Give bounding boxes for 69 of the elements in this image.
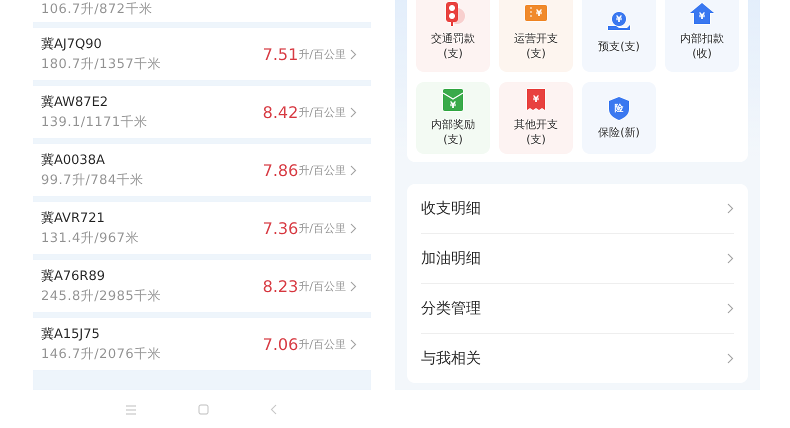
chevron-right-icon bbox=[727, 203, 734, 214]
fuel-distance-text: 139.1/1171千米 bbox=[41, 114, 149, 131]
fuel-distance-text: 106.7升/872千米 bbox=[41, 1, 152, 18]
consumption-unit: 升/百公里 bbox=[298, 162, 346, 178]
chevron-right-icon bbox=[350, 106, 357, 118]
chevron-right-icon bbox=[350, 164, 357, 176]
vehicle-card[interactable]: 冀AVR721 131.4升/967米 7.36升/百公里 bbox=[33, 202, 371, 254]
menu-label: 与我相关 bbox=[421, 349, 481, 368]
vehicle-card[interactable]: 冀AW87E2 139.1/1171千米 8.42升/百公里 bbox=[33, 86, 371, 138]
category-label: 保险(新) bbox=[597, 126, 641, 140]
vehicle-card[interactable]: 冀A0038A 99.7升/784千米 7.86升/百公里 bbox=[33, 144, 371, 196]
fuel-distance-text: 146.7升/2076千米 bbox=[41, 346, 162, 363]
category-tile[interactable]: ¥ 其他开支(支) bbox=[499, 82, 573, 154]
category-tile[interactable]: 险 保险(新) bbox=[582, 82, 656, 154]
chevron-right-icon bbox=[727, 253, 734, 264]
consumption-value: 7.86 bbox=[262, 160, 298, 180]
menu-item[interactable]: 分类管理 bbox=[421, 284, 734, 334]
menu-item[interactable]: 收支明细 bbox=[421, 184, 734, 234]
category-label: 运营开支(支) bbox=[512, 32, 559, 62]
category-label: 交通罚款(支) bbox=[430, 32, 476, 62]
category-label: 内部奖励(支) bbox=[430, 118, 476, 148]
chevron-right-icon bbox=[350, 280, 357, 292]
category-label: 预支(支) bbox=[597, 40, 641, 54]
chevron-right-icon bbox=[727, 353, 734, 364]
menu-label: 加油明细 bbox=[421, 249, 481, 268]
category-tile[interactable]: ¥ 内部奖励(支) bbox=[416, 82, 490, 154]
consumption-value: 7.51 bbox=[262, 44, 298, 64]
consumption-unit: 升/百公里 bbox=[298, 336, 346, 352]
consumption-unit: 升/百公里 bbox=[298, 104, 346, 120]
category-tile[interactable]: ¥ 预支(支) bbox=[582, 0, 656, 72]
plate-number: 冀AW87E2 bbox=[41, 94, 110, 111]
consumption-unit: 升/百公里 bbox=[298, 278, 346, 294]
back-icon[interactable] bbox=[270, 404, 277, 415]
fuel-distance-text: 99.7升/784千米 bbox=[41, 172, 145, 189]
menu-item[interactable]: 与我相关 bbox=[421, 334, 734, 383]
category-tile[interactable]: 交通罚款(支) bbox=[416, 0, 490, 72]
menu-icon[interactable] bbox=[125, 404, 137, 414]
fuel-distance-text: 180.7升/1357千米 bbox=[41, 56, 162, 73]
consumption-value: 7.36 bbox=[262, 218, 298, 238]
envelope-icon: ¥ bbox=[440, 88, 466, 112]
vehicle-card[interactable]: 冀A76R89 245.8升/2985千米 8.23升/百公里 bbox=[33, 260, 371, 312]
chevron-right-icon bbox=[350, 338, 357, 350]
category-tile[interactable]: ¥ 运营开支(支) bbox=[499, 0, 573, 72]
menu-label: 收支明细 bbox=[421, 199, 481, 218]
category-tile[interactable]: ¥ 内部扣款(收) bbox=[665, 0, 739, 72]
home-icon[interactable] bbox=[198, 404, 209, 415]
vehicle-card[interactable]: 冀A15J75 146.7升/2076千米 7.06升/百公里 bbox=[33, 318, 371, 370]
plate-number: 冀A0038A bbox=[41, 152, 106, 169]
plate-number: 冀A15J75 bbox=[41, 326, 101, 343]
fuel-distance-text: 131.4升/967米 bbox=[41, 230, 140, 247]
plate-number: 冀AVR721 bbox=[41, 210, 106, 227]
category-label: 其他开支(支) bbox=[512, 118, 559, 148]
consumption-unit: 升/百公里 bbox=[298, 220, 346, 236]
plate-number: 冀AJ7Q90 bbox=[41, 36, 103, 53]
menu-item[interactable]: 加油明细 bbox=[421, 234, 734, 284]
chevron-right-icon bbox=[350, 222, 357, 234]
category-label: 内部扣款(收) bbox=[678, 32, 725, 62]
fuel-distance-text: 245.8升/2985千米 bbox=[41, 288, 162, 305]
consumption-value: 7.06 bbox=[262, 334, 298, 354]
house-icon: ¥ bbox=[689, 2, 715, 26]
chevron-right-icon bbox=[727, 303, 734, 314]
shield-icon: 险 bbox=[606, 96, 632, 120]
vehicle-card[interactable]: 冀AJ7Q90 180.7升/1357千米 7.51升/百公里 bbox=[33, 28, 371, 80]
plate-number: 冀A76R89 bbox=[41, 268, 106, 285]
chevron-right-icon bbox=[350, 48, 357, 60]
consumption-value: 8.23 bbox=[262, 276, 298, 296]
consumption-unit: 升/百公里 bbox=[298, 46, 346, 62]
consumption-value: 8.42 bbox=[262, 102, 298, 122]
menu-label: 分类管理 bbox=[421, 299, 481, 318]
